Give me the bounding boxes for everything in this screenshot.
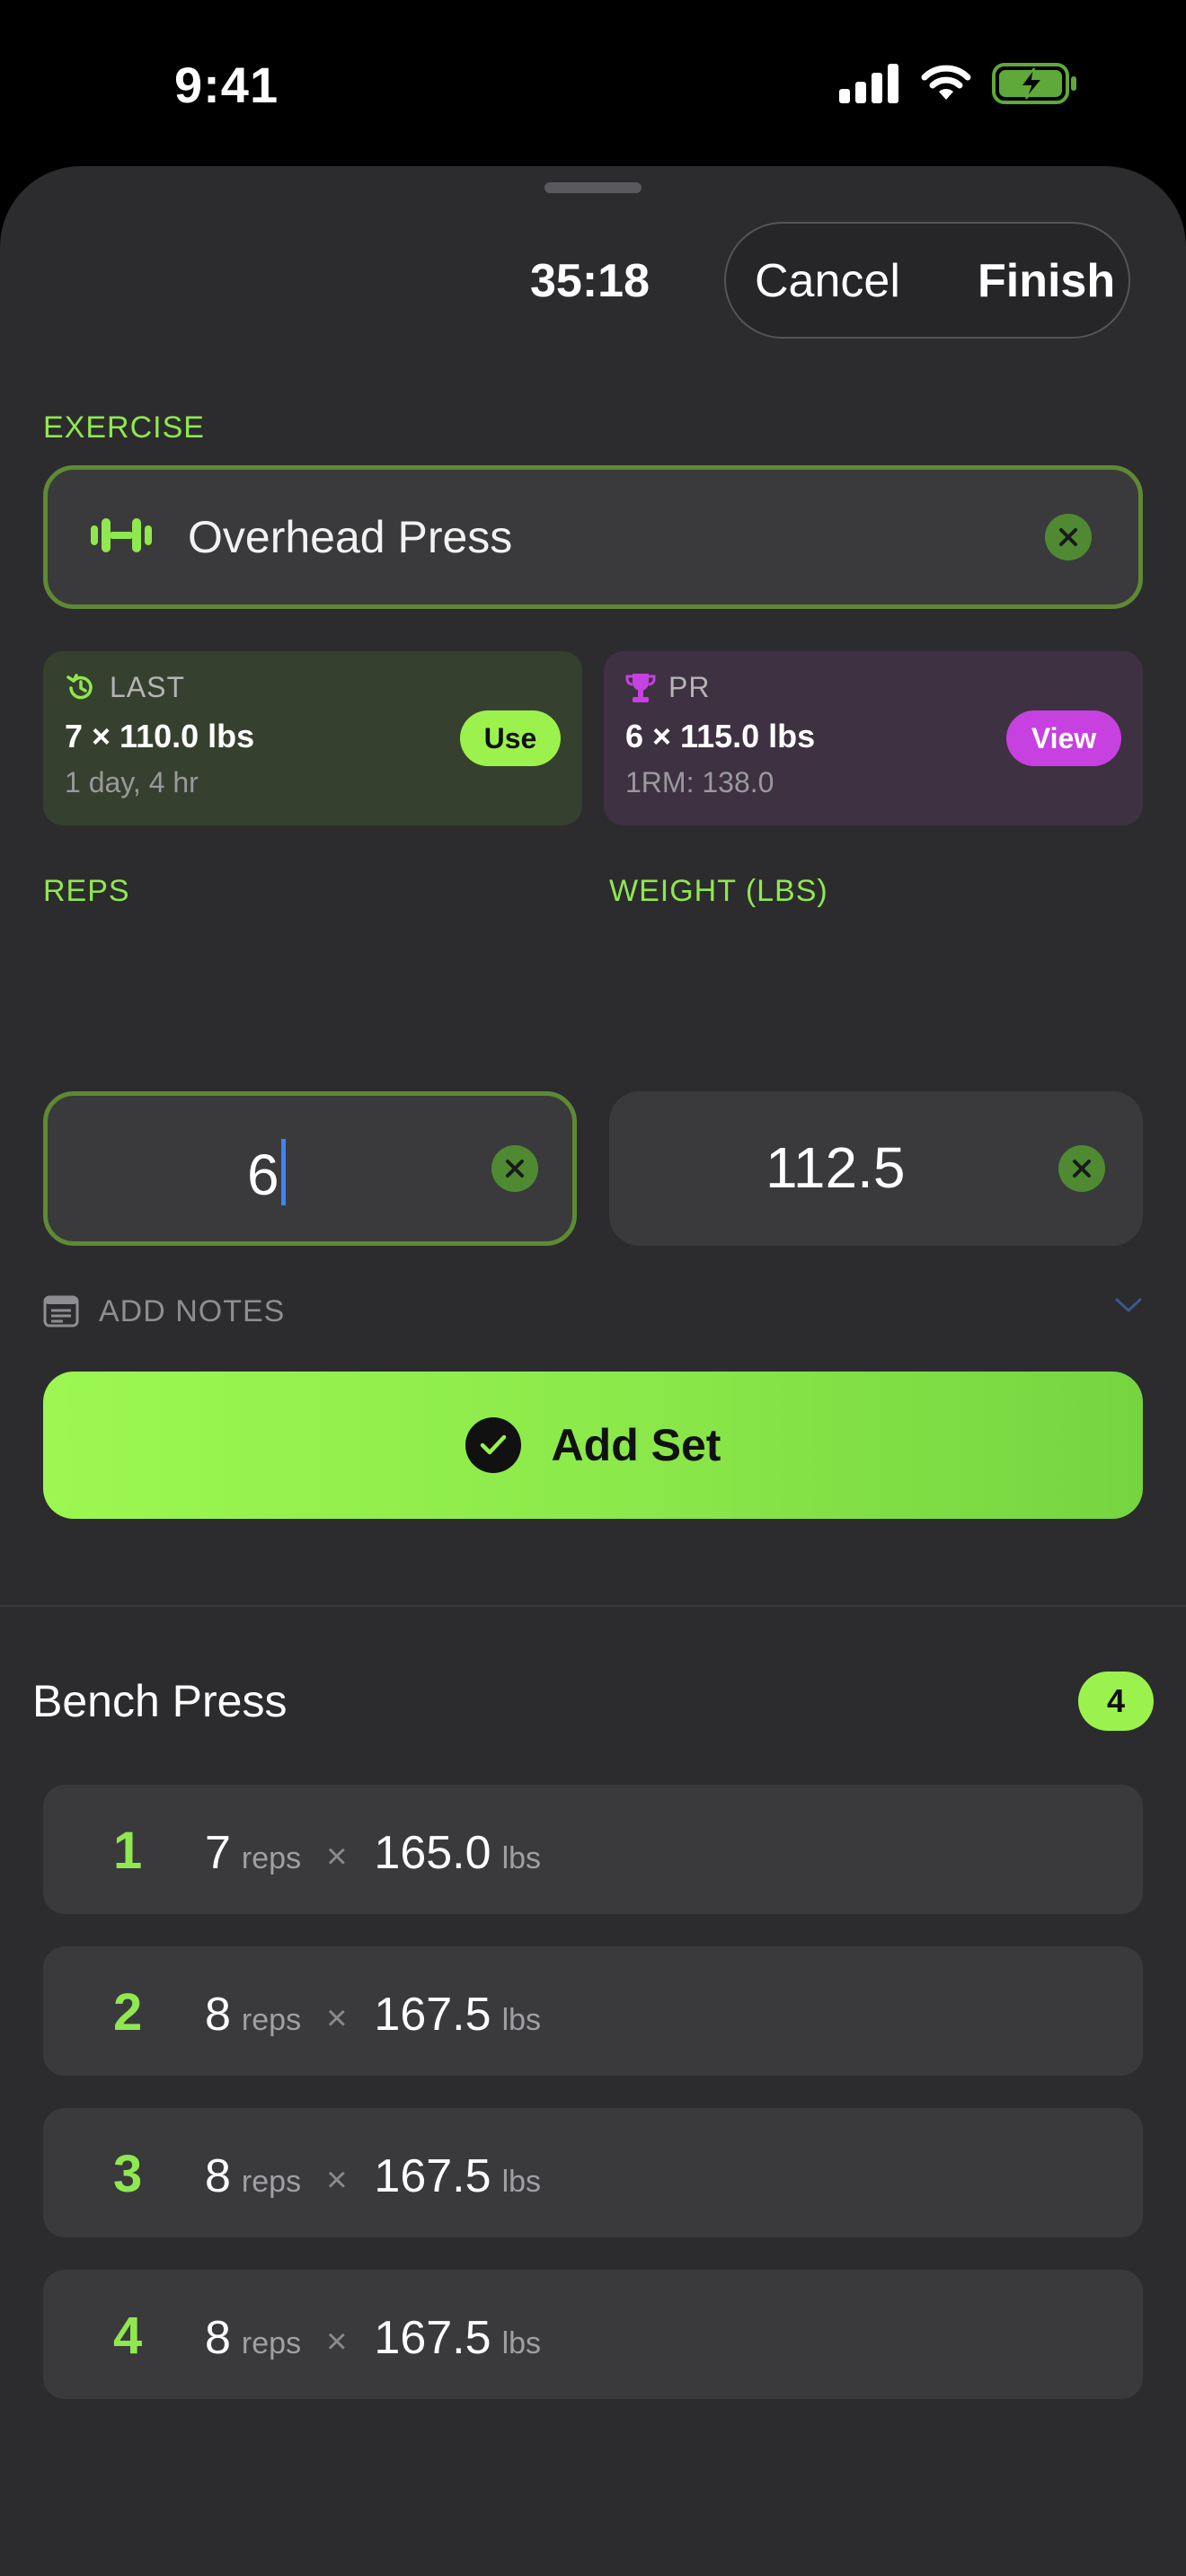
- clear-reps-button[interactable]: [491, 1145, 538, 1192]
- set-row[interactable]: 2 8 reps × 167.5 lbs: [43, 1946, 1143, 2076]
- clear-icon: [1059, 528, 1077, 546]
- sheet-grabber[interactable]: [544, 182, 642, 193]
- add-notes-label: ADD NOTES: [99, 1293, 286, 1328]
- chevron-down-icon: [1115, 1298, 1142, 1312]
- last-performance-card: LAST 7 × 110.0 lbs 1 day, 4 hr Use: [43, 651, 582, 825]
- add-set-label: Add Set: [551, 1420, 721, 1470]
- reps-label: REPS: [43, 874, 130, 908]
- exercise-field[interactable]: Overhead Press: [43, 465, 1143, 609]
- times-symbol: ×: [326, 1837, 348, 1876]
- previous-exercise-title: Bench Press: [32, 1676, 288, 1726]
- status-time: 9:41: [174, 57, 279, 113]
- reps-unit: reps: [241, 2326, 302, 2360]
- set-count-badge: 4: [1078, 1672, 1154, 1731]
- finish-button[interactable]: Finish: [978, 254, 1115, 308]
- add-notes-toggle[interactable]: ADD NOTES: [43, 1289, 1143, 1334]
- set-row[interactable]: 3 8 reps × 167.5 lbs: [43, 2108, 1143, 2237]
- exercise-name: Overhead Press: [188, 512, 513, 562]
- add-set-button[interactable]: Add Set: [43, 1372, 1143, 1519]
- history-icon: [66, 673, 93, 699]
- reps-input[interactable]: 6: [43, 1091, 577, 1246]
- last-card-header: LAST: [65, 671, 185, 704]
- status-icons: [839, 63, 1078, 104]
- pr-card-header: PR: [625, 671, 710, 704]
- exercise-section-label: EXERCISE: [43, 410, 205, 445]
- set-reps: 8: [205, 1989, 231, 2041]
- weight-unit: lbs: [501, 1841, 542, 1875]
- workout-sheet: 35:18 Cancel Finish EXERCISE Overhead Pr…: [0, 166, 1186, 2576]
- clear-icon: [1073, 1160, 1091, 1178]
- reps-value: 6: [247, 1142, 279, 1207]
- dumbbell-icon: [91, 518, 152, 552]
- personal-record-card: PR 6 × 115.0 lbs 1RM: 138.0 View: [604, 651, 1143, 825]
- last-card-subtext: 1 day, 4 hr: [65, 766, 199, 798]
- set-number: 4: [113, 2307, 143, 2365]
- checkmark-icon: [465, 1417, 521, 1473]
- notes-icon: [43, 1295, 79, 1328]
- weight-value: 112.5: [766, 1135, 906, 1200]
- set-weight: 167.5: [374, 2312, 491, 2364]
- set-detail: 8 reps × 167.5 lbs: [205, 2149, 541, 2203]
- set-row[interactable]: 4 8 reps × 167.5 lbs: [43, 2270, 1143, 2399]
- reps-value-wrap: 6: [247, 1139, 286, 1208]
- set-number: 2: [113, 1983, 143, 2042]
- set-detail: 7 reps × 165.0 lbs: [205, 1826, 541, 1880]
- set-number: 1: [113, 1822, 143, 1880]
- trophy-icon: [625, 673, 656, 702]
- signal-icon: [839, 64, 898, 103]
- set-weight: 167.5: [374, 1989, 491, 2041]
- wifi-icon: [921, 65, 971, 100]
- weight-unit: lbs: [501, 2326, 542, 2360]
- set-detail: 8 reps × 167.5 lbs: [205, 1988, 541, 2042]
- pr-card-label: PR: [668, 671, 711, 703]
- status-bar: 9:41: [0, 0, 1186, 166]
- set-row[interactable]: 1 7 reps × 165.0 lbs: [43, 1785, 1143, 1914]
- last-card-value: 7 × 110.0 lbs: [65, 718, 255, 754]
- times-symbol: ×: [326, 1998, 348, 2038]
- text-caret: [280, 1139, 286, 1205]
- pr-card-value: 6 × 115.0 lbs: [625, 718, 816, 754]
- view-pr-button[interactable]: View: [1006, 710, 1121, 766]
- use-last-button[interactable]: Use: [460, 710, 561, 766]
- battery-charging-icon: [992, 63, 1076, 104]
- set-reps: 7: [205, 1827, 231, 1879]
- times-symbol: ×: [326, 2322, 348, 2361]
- weight-input[interactable]: 112.5: [609, 1091, 1143, 1246]
- weight-label: WEIGHT (LBS): [609, 874, 828, 908]
- last-card-label: LAST: [110, 671, 186, 703]
- set-weight: 167.5: [374, 2150, 491, 2202]
- weight-unit: lbs: [501, 2165, 542, 2199]
- workout-timer: 35:18: [530, 255, 650, 307]
- set-weight: 165.0: [374, 1827, 491, 1879]
- section-divider: [0, 1605, 1186, 1607]
- reps-unit: reps: [241, 2165, 302, 2199]
- weight-unit: lbs: [501, 2003, 542, 2037]
- reps-unit: reps: [241, 1841, 302, 1875]
- header-actions: Cancel Finish: [724, 222, 1130, 339]
- reps-unit: reps: [241, 2003, 302, 2037]
- cancel-button[interactable]: Cancel: [755, 254, 900, 308]
- set-detail: 8 reps × 167.5 lbs: [205, 2311, 541, 2365]
- pr-card-subtext: 1RM: 138.0: [625, 766, 774, 798]
- set-number: 3: [113, 2145, 143, 2203]
- clear-weight-button[interactable]: [1058, 1145, 1105, 1192]
- clear-exercise-button[interactable]: [1045, 514, 1092, 560]
- times-symbol: ×: [326, 2160, 348, 2200]
- set-reps: 8: [205, 2312, 231, 2364]
- set-reps: 8: [205, 2150, 231, 2202]
- clear-icon: [506, 1160, 524, 1178]
